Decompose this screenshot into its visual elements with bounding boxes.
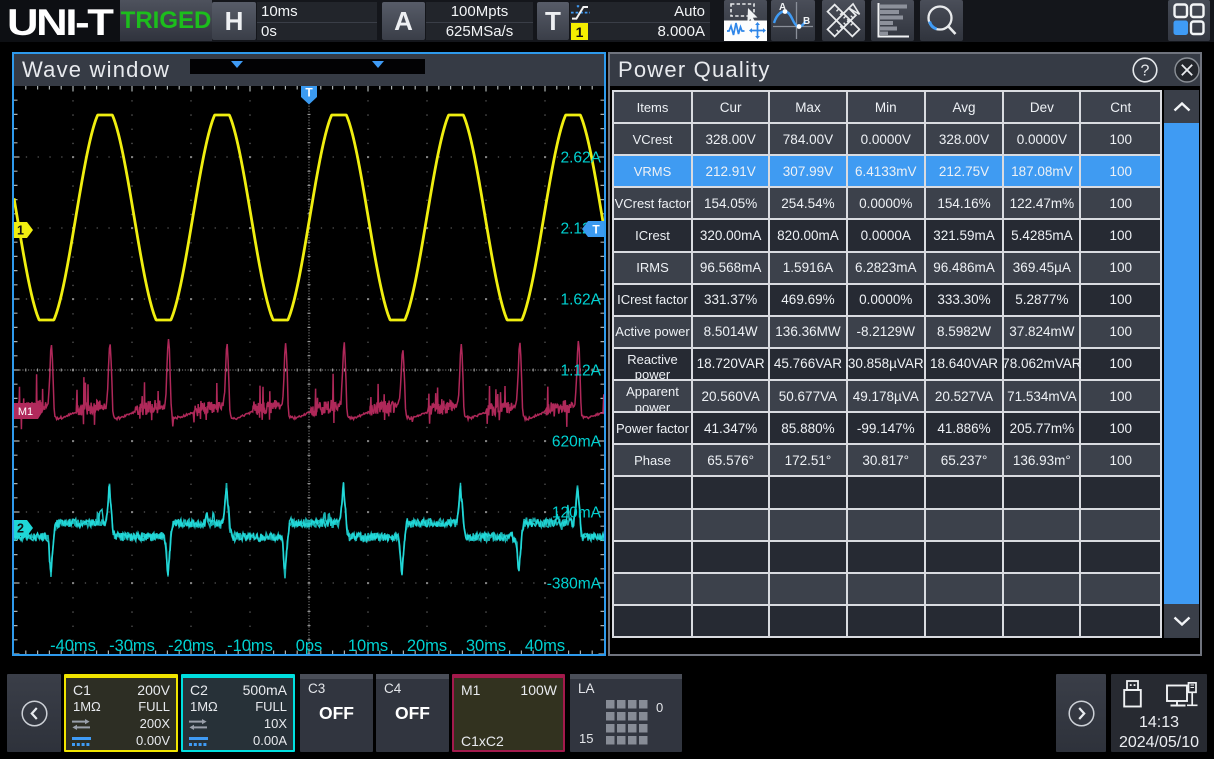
svg-text:40ms: 40ms [525, 637, 565, 654]
svg-text:1.62A: 1.62A [560, 292, 601, 309]
svg-text:620mA: 620mA [552, 434, 602, 451]
svg-text:2.62A: 2.62A [560, 150, 601, 167]
svg-text:T: T [305, 86, 313, 100]
svg-text:B: B [803, 16, 810, 27]
svg-text:-30ms: -30ms [109, 637, 155, 654]
svg-text:20ms: 20ms [407, 637, 447, 654]
svg-text:-380mA: -380mA [547, 576, 602, 593]
svg-text:?: ? [1141, 63, 1150, 80]
svg-text:1.12A: 1.12A [560, 363, 601, 380]
svg-text:10ms: 10ms [348, 637, 388, 654]
svg-text:2: 2 [17, 522, 24, 536]
svg-text:30ms: 30ms [466, 637, 506, 654]
svg-text:-20ms: -20ms [168, 637, 214, 654]
svg-text:120mA: 120mA [552, 505, 602, 522]
svg-text:A: A [779, 2, 786, 13]
svg-text:-10ms: -10ms [227, 637, 273, 654]
svg-text:T: T [592, 223, 600, 237]
svg-text:-40ms: -40ms [50, 637, 96, 654]
svg-text:0ps: 0ps [296, 637, 323, 654]
svg-text:1: 1 [17, 224, 24, 238]
svg-text:M1: M1 [18, 406, 33, 418]
